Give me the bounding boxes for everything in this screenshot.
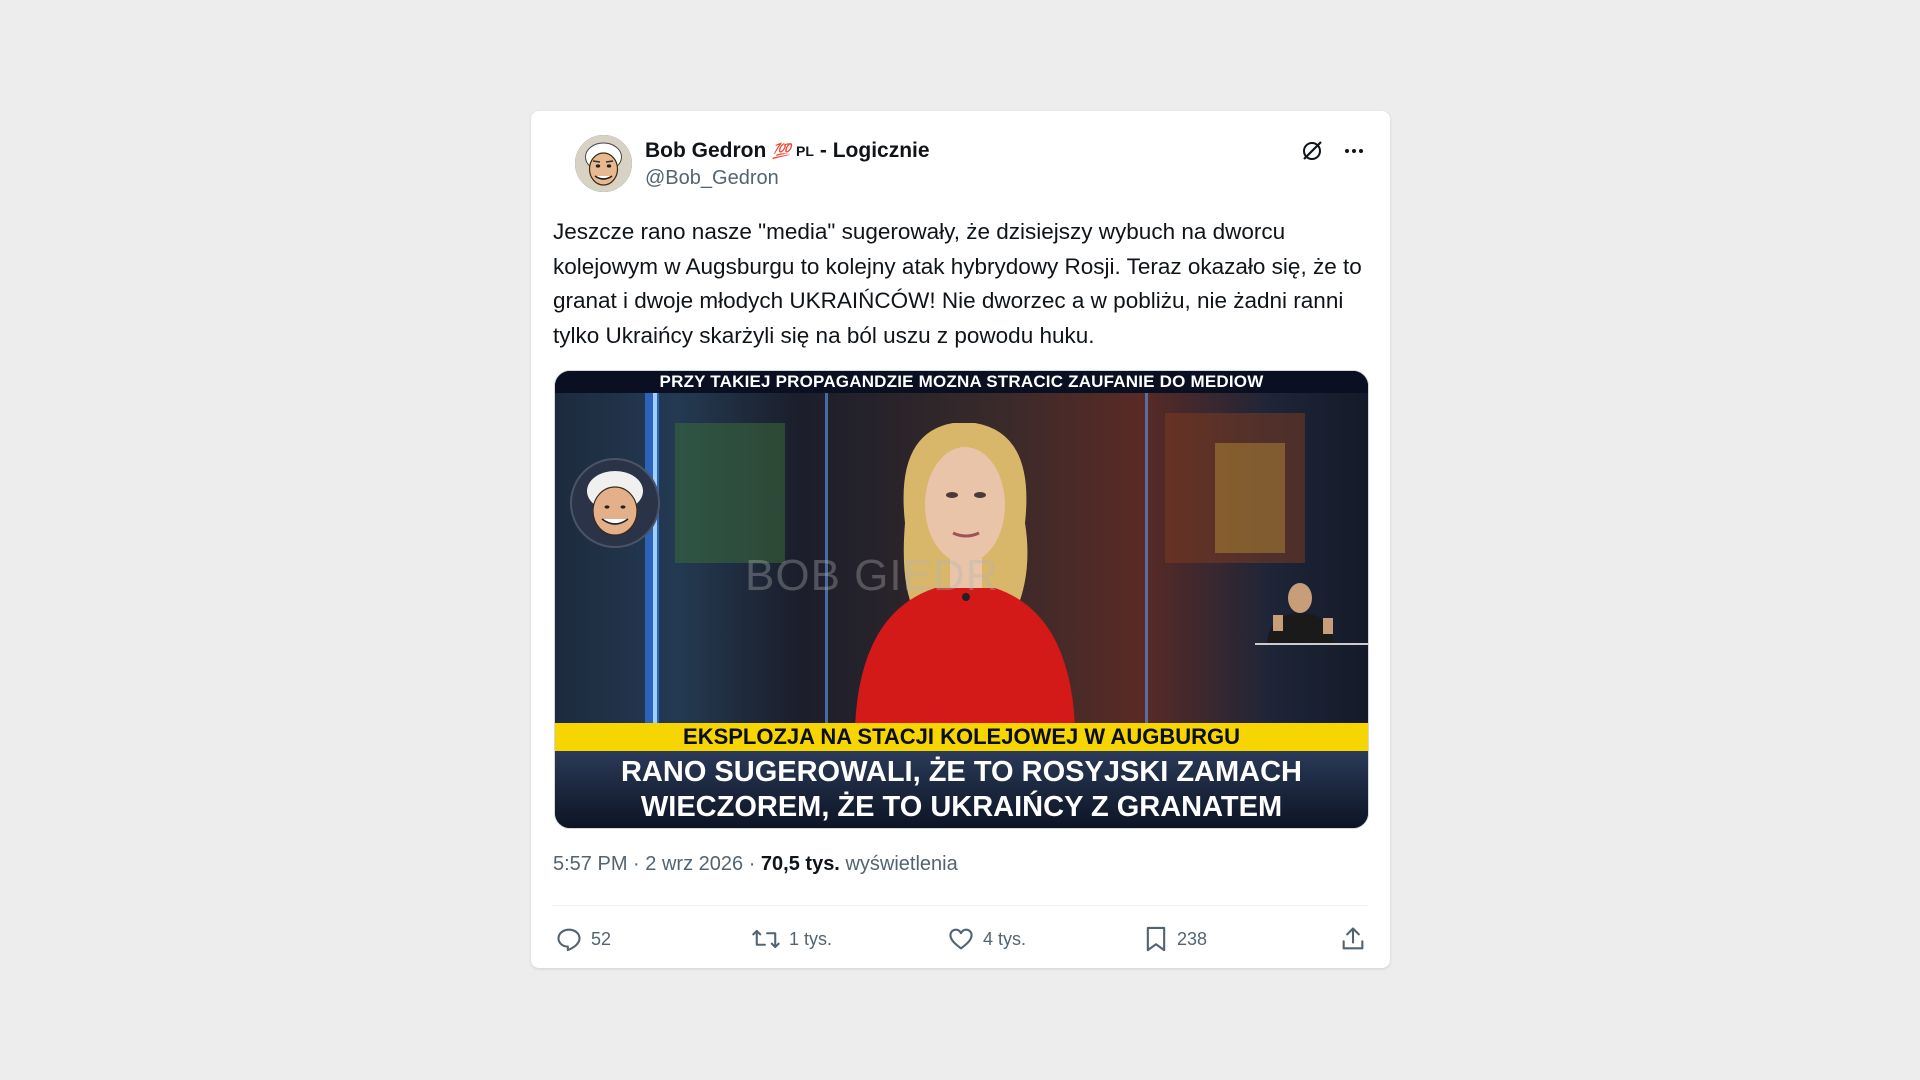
author-name-row[interactable]: Bob Gedron 💯 PL - Logicznie — [645, 139, 930, 163]
video-bottom-caption: RANO SUGEROWALI, ŻE TO ROSYJSKI ZAMACH W… — [555, 751, 1368, 828]
reply-count: 52 — [591, 928, 612, 949]
heart-icon — [949, 928, 973, 950]
action-bar: 52 1 tys. 4 tys. 238 — [553, 919, 1368, 959]
like-button[interactable]: 4 tys. — [947, 919, 1026, 959]
post-video[interactable]: PRZY TAKIEJ PROPAGANDZIE MOZNA STRACIC Z… — [554, 370, 1369, 829]
post-meta: 5:57 PM · 2 wrz 2026 · 70,5 tys. wyświet… — [553, 853, 958, 876]
post-date[interactable]: 2 wrz 2026 — [645, 853, 743, 875]
avatar-image — [575, 135, 632, 192]
share-button[interactable] — [1339, 919, 1367, 959]
like-count: 4 tys. — [983, 928, 1027, 949]
video-top-caption: PRZY TAKIEJ PROPAGANDZIE MOZNA STRACIC Z… — [555, 371, 1368, 393]
repost-icon — [752, 929, 780, 949]
post-card: Bob Gedron 💯 PL - Logicznie @Bob_Gedron — [531, 111, 1390, 968]
meta-separator: · — [748, 853, 756, 875]
post-header: Bob Gedron 💯 PL - Logicznie @Bob_Gedron — [553, 111, 1368, 199]
reply-button[interactable]: 52 — [555, 919, 611, 959]
avatar[interactable] — [575, 135, 632, 192]
more-icon[interactable] — [1340, 137, 1368, 165]
video-bottom-line-2: WIECZOREM, ŻE TO UKRAIŃCY Z GRANATEM — [640, 791, 1283, 823]
repost-button[interactable]: 1 tys. — [751, 919, 832, 959]
views-count: 70,5 tys. — [760, 853, 840, 875]
meta-separator: · — [633, 853, 640, 875]
grok-icon[interactable] — [1298, 137, 1326, 165]
bookmark-button[interactable]: 238 — [1143, 919, 1207, 959]
author-name[interactable]: Bob Gedron — [645, 139, 766, 163]
video-bottom-line-1: RANO SUGEROWALI, ŻE TO ROSYJSKI ZAMACH — [620, 756, 1302, 788]
actions-divider — [553, 905, 1368, 906]
reply-icon — [557, 928, 581, 952]
views-label: wyświetlenia — [845, 853, 958, 875]
post-text: Jeszcze rano nasze "media" sugerowały, ż… — [553, 219, 1362, 348]
video-frame: BOB GIEDR — [555, 393, 1368, 727]
author-name-suffix: - Logicznie — [819, 139, 930, 162]
header-actions — [1298, 137, 1368, 165]
video-watermark: BOB GIEDR — [745, 551, 999, 600]
bookmark-count: 238 — [1177, 928, 1208, 949]
bookmark-icon — [1146, 926, 1166, 952]
video-yellow-caption: EKSPLOZJA NA STACJI KOLEJOWEJ W AUGBURGU — [555, 723, 1368, 751]
share-icon — [1342, 927, 1364, 950]
flag-label: PL — [796, 143, 814, 159]
author-handle[interactable]: @Bob_Gedron — [645, 167, 779, 190]
repost-count: 1 tys. — [789, 928, 833, 949]
hundred-emoji-icon: 💯 — [772, 143, 791, 160]
post-time[interactable]: 5:57 PM — [553, 853, 627, 875]
